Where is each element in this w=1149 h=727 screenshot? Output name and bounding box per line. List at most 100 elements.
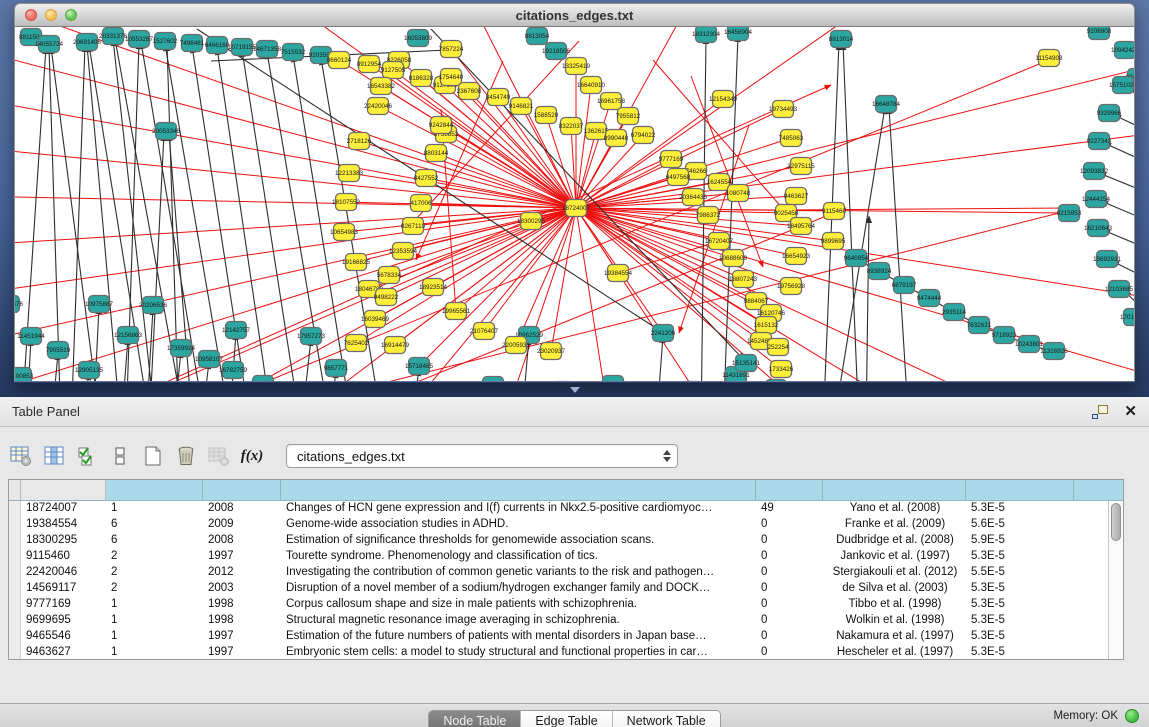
cell-year[interactable]: 1997 [203,629,281,645]
graph-node[interactable]: 7955812 [616,108,641,125]
graph-node[interactable]: 16543382 [367,78,396,95]
cell-in_degree[interactable]: 1 [106,597,203,613]
graph-node[interactable]: 8938924 [867,263,892,280]
cell-title[interactable]: Disruption of a novel member of a sodium… [281,581,756,597]
cell-name[interactable]: 22420046 [21,565,106,581]
table-row[interactable]: 969969511998Structural magnetic resonanc… [9,613,1123,629]
graph-node[interactable]: 20053346 [152,123,181,140]
cell-pagerank[interactable]: 5.3E-5 [966,501,1074,517]
graph-node[interactable]: 18107552 [332,194,361,211]
graph-node[interactable]: 16039469 [361,311,390,328]
cell-out_degree[interactable]: 0 [756,533,823,549]
cell-out_degree[interactable]: 0 [756,549,823,565]
network-canvas[interactable]: 8811504140557242069140620331376105532871… [14,27,1135,382]
graph-node[interactable]: 6879197 [892,277,917,294]
graph-node[interactable]: 20331376 [99,28,128,45]
graph-node[interactable]: 15135141 [732,355,761,372]
graph-node[interactable]: 19965561 [442,303,471,320]
graph-node[interactable]: 9640954 [844,250,869,267]
graph-node[interactable]: 1588520 [534,107,559,124]
graph-node[interactable]: 8454749 [486,89,511,106]
graph-node[interactable]: 2241206 [651,325,676,342]
cell-year[interactable]: 1998 [203,597,281,613]
graph-node[interactable]: 16782759 [219,362,248,379]
graph-node[interactable]: 12142757 [222,322,251,339]
column-header-year[interactable] [203,480,281,500]
cell-year[interactable]: 2009 [203,517,281,533]
graph-node[interactable]: 6794022 [631,127,656,144]
graph-node[interactable]: 12905135 [75,362,104,379]
graph-node[interactable]: 1527602 [153,33,178,50]
graph-node[interactable]: 8660124 [327,52,352,69]
citation-edge-black[interactable] [49,47,61,381]
cell-out_degree[interactable]: 49 [756,501,823,517]
table-row[interactable]: 1872400712008Changes of HCN gene express… [9,501,1123,517]
table-row[interactable]: 911546021997Tourette syndrome. Phenomeno… [9,549,1123,565]
graph-node[interactable]: 21076407 [470,323,499,340]
citation-graph[interactable]: 8811504140557242069140620331376105532871… [15,27,1134,381]
graph-node[interactable]: 18807243 [729,271,758,288]
graph-node[interactable]: 12156863 [114,327,143,344]
graph-node[interactable]: 9899695 [821,233,846,250]
select-columns-button[interactable] [41,443,67,469]
graph-node[interactable]: 19166825 [342,254,371,271]
table-scrollbar[interactable] [1108,501,1123,659]
graph-node[interactable]: 17359924 [167,340,196,357]
graph-node[interactable]: 2935114 [942,304,967,321]
graph-node[interactable]: 20364436 [679,189,708,206]
graph-node[interactable]: 18312304 [692,27,721,43]
graph-node[interactable]: 6497568 [666,169,691,186]
citation-edge-red[interactable] [15,208,576,381]
graph-node[interactable]: 13325419 [562,58,591,75]
table-row[interactable]: 977716911998Corpus callosum shape and si… [9,597,1123,613]
graph-node[interactable]: 2718126 [347,133,372,150]
table-mode-button[interactable] [8,443,34,469]
graph-node[interactable]: 10958107 [195,351,224,368]
graph-node[interactable]: 15692931 [1093,251,1122,268]
graph-node[interactable]: 11316926 [1040,343,1068,360]
graph-node[interactable]: 2367608 [457,83,482,100]
cell-title[interactable]: Changes of HCN gene expression and I(f) … [281,501,756,517]
cell-name[interactable]: 14569117 [21,581,106,597]
column-header-title[interactable] [281,480,756,500]
cell-name[interactable]: 9777169 [21,597,106,613]
cell-name[interactable]: 9465546 [21,629,106,645]
graph-node[interactable]: 12353594 [389,243,418,260]
column-header-name[interactable] [21,480,106,500]
cell-title[interactable]: Tourette syndrome. Phenomenology and cla… [281,549,756,565]
cell-pagerank[interactable]: 5.6E-5 [966,517,1074,533]
cell-pagerank[interactable]: 5.3E-5 [966,597,1074,613]
create-column-button[interactable] [140,443,166,469]
column-header-pagerank[interactable] [966,480,1074,500]
graph-node[interactable]: 10975887 [85,296,114,313]
delete-column-button[interactable] [173,443,199,469]
cell-in_degree[interactable]: 6 [106,533,203,549]
table-row[interactable]: 946554611997Estimation of the future num… [9,629,1123,645]
graph-node[interactable]: 10654983 [330,224,359,241]
graph-node[interactable]: 16640910 [577,77,606,94]
graph-node[interactable]: 5678334 [377,267,402,284]
graph-node[interactable]: 9227343 [1087,133,1112,150]
graph-node[interactable]: 10553287 [125,31,154,48]
graph-node[interactable]: 12444154 [1082,191,1111,208]
cell-in_degree[interactable]: 1 [106,645,203,660]
cell-name[interactable]: 19384554 [21,517,106,533]
graph-node[interactable]: 22420046 [364,98,393,115]
cell-name[interactable]: 18724007 [21,501,106,517]
cell-out_degree[interactable]: 0 [756,597,823,613]
cell-name[interactable]: 9115460 [21,549,106,565]
graph-node[interactable]: 19218506 [542,43,571,60]
graph-node[interactable]: 9857771 [324,360,349,377]
graph-node[interactable]: 9115460 [822,203,847,220]
cell-year[interactable]: 1997 [203,645,281,660]
graph-node[interactable]: 16720407 [705,233,734,250]
table-row[interactable]: 1830029562008Estimation of significance … [9,533,1123,549]
graph-node[interactable]: 9127505 [381,62,406,79]
cell-in_degree[interactable]: 1 [106,501,203,517]
graph-node[interactable]: 9146821 [509,98,534,115]
cell-pagerank[interactable]: 5.9E-5 [966,533,1074,549]
graph-node[interactable]: 12975115 [787,158,815,175]
cell-in_degree[interactable]: 1 [106,629,203,645]
cell-out_degree[interactable]: 0 [756,645,823,660]
cell-pagerank[interactable]: 5.3E-5 [966,613,1074,629]
